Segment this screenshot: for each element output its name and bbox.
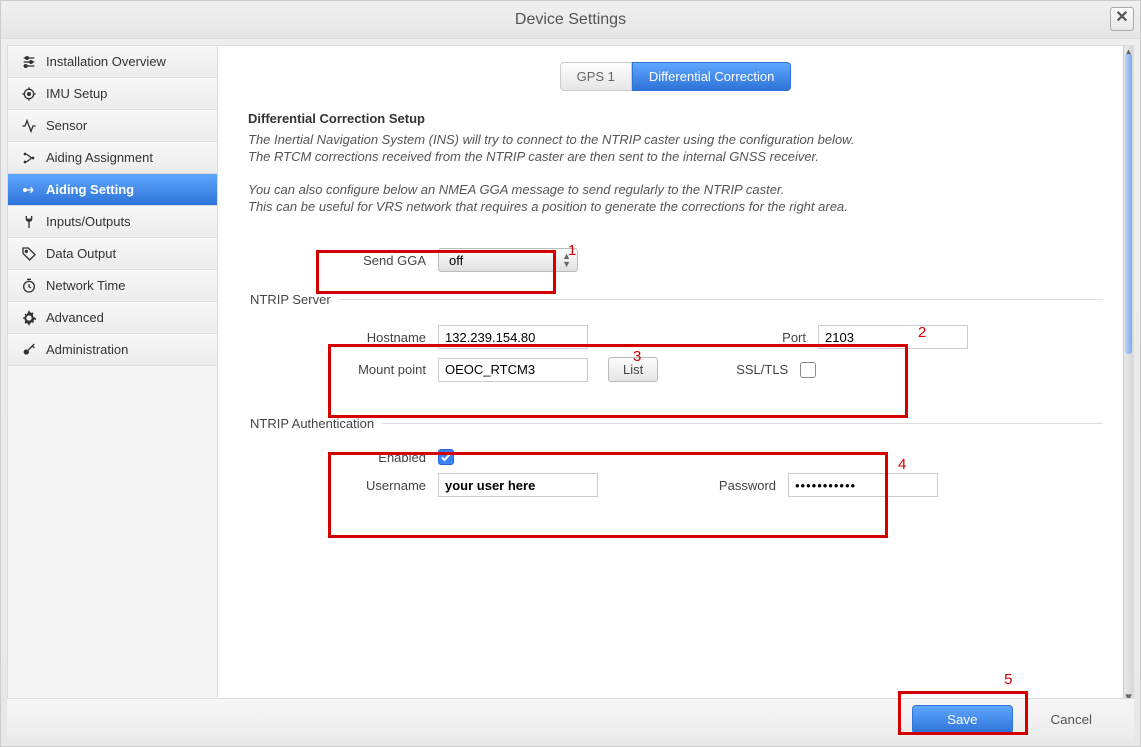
scrollbar-thumb[interactable] <box>1125 54 1132 354</box>
key-icon <box>18 342 40 358</box>
sidebar-item-advanced[interactable]: Advanced <box>8 302 217 334</box>
cancel-button[interactable]: Cancel <box>1033 706 1111 733</box>
sidebar-item-label: Sensor <box>46 118 87 133</box>
ssl-label: SSL/TLS <box>720 362 800 377</box>
sidebar-item-label: Installation Overview <box>46 54 166 69</box>
plug-icon <box>18 214 40 230</box>
sidebar-item-inputs-outputs[interactable]: Inputs/Outputs <box>8 206 217 238</box>
desc-line: This can be useful for VRS network that … <box>248 199 1103 214</box>
ssl-checkbox[interactable] <box>800 362 816 378</box>
spinner-icon: ▲▼ <box>562 252 571 268</box>
password-label: Password <box>698 478 788 493</box>
port-input[interactable] <box>818 325 968 349</box>
hostname-label: Hostname <box>328 330 438 345</box>
footer: 5 Save Cancel <box>7 698 1134 740</box>
sliders-icon <box>18 54 40 70</box>
sidebar-item-sensor[interactable]: Sensor <box>8 110 217 142</box>
enabled-checkbox[interactable] <box>438 449 454 465</box>
send-gga-label: Send GGA <box>328 253 438 268</box>
enabled-label: Enabled <box>328 450 438 465</box>
scrollbar[interactable]: ▴ ▾ <box>1123 46 1133 703</box>
save-button[interactable]: Save <box>912 705 1012 734</box>
section-title: Differential Correction Setup <box>248 111 1103 126</box>
waypoint-icon <box>18 182 40 198</box>
titlebar: Device Settings ✕ <box>1 1 1140 39</box>
hostname-input[interactable] <box>438 325 588 349</box>
target-icon <box>18 86 40 102</box>
nodes-icon <box>18 150 40 166</box>
sidebar-item-aiding-setting[interactable]: Aiding Setting <box>8 174 217 206</box>
sidebar-item-label: Network Time <box>46 278 125 293</box>
content-panel: GPS 1 Differential Correction Differenti… <box>218 46 1133 703</box>
sidebar-item-label: Aiding Setting <box>46 182 134 197</box>
window-title: Device Settings <box>515 11 626 28</box>
sidebar-item-label: Administration <box>46 342 128 357</box>
activity-icon <box>18 118 40 134</box>
sidebar-item-label: Data Output <box>46 246 116 261</box>
mountpoint-input[interactable] <box>438 358 588 382</box>
desc-line: The RTCM corrections received from the N… <box>248 149 1103 164</box>
ntrip-server-legend: NTRIP Server <box>248 292 339 307</box>
body-area: Installation Overview IMU Setup Sensor A… <box>7 45 1134 704</box>
send-gga-value: off <box>449 253 463 268</box>
ntrip-auth-fieldset: NTRIP Authentication Enabled Username Pa… <box>248 416 1103 511</box>
ntrip-auth-legend: NTRIP Authentication <box>248 416 382 431</box>
desc-line: The Inertial Navigation System (INS) wil… <box>248 132 1103 147</box>
ntrip-server-fieldset: NTRIP Server Hostname Port Mount point L… <box>248 292 1103 396</box>
sidebar-item-label: Inputs/Outputs <box>46 214 131 229</box>
send-gga-select[interactable]: off ▲▼ <box>438 248 578 272</box>
check-icon <box>440 451 452 463</box>
desc-line: You can also configure below an NMEA GGA… <box>248 182 1103 197</box>
gear-icon <box>18 310 40 326</box>
sidebar-item-data-output[interactable]: Data Output <box>8 238 217 270</box>
mountpoint-label: Mount point <box>328 362 438 377</box>
sidebar-item-aiding-assignment[interactable]: Aiding Assignment <box>8 142 217 174</box>
close-button[interactable]: ✕ <box>1110 7 1134 31</box>
sidebar-item-label: Aiding Assignment <box>46 150 153 165</box>
sidebar-item-administration[interactable]: Administration <box>8 334 217 366</box>
clock-icon <box>18 278 40 294</box>
tab-gps1[interactable]: GPS 1 <box>560 62 632 91</box>
port-label: Port <box>738 330 818 345</box>
password-input[interactable] <box>788 473 938 497</box>
tab-differential-correction[interactable]: Differential Correction <box>632 62 791 91</box>
sidebar-item-network-time[interactable]: Network Time <box>8 270 217 302</box>
sidebar-item-installation-overview[interactable]: Installation Overview <box>8 46 217 78</box>
tabs: GPS 1 Differential Correction <box>248 62 1103 91</box>
sidebar-item-label: Advanced <box>46 310 104 325</box>
sidebar: Installation Overview IMU Setup Sensor A… <box>8 46 218 703</box>
tag-icon <box>18 246 40 262</box>
list-button[interactable]: List <box>608 357 658 382</box>
sidebar-item-label: IMU Setup <box>46 86 107 101</box>
sidebar-item-imu-setup[interactable]: IMU Setup <box>8 78 217 110</box>
dialog-window: Device Settings ✕ Installation Overview … <box>0 0 1141 747</box>
username-label: Username <box>328 478 438 493</box>
username-input[interactable] <box>438 473 598 497</box>
